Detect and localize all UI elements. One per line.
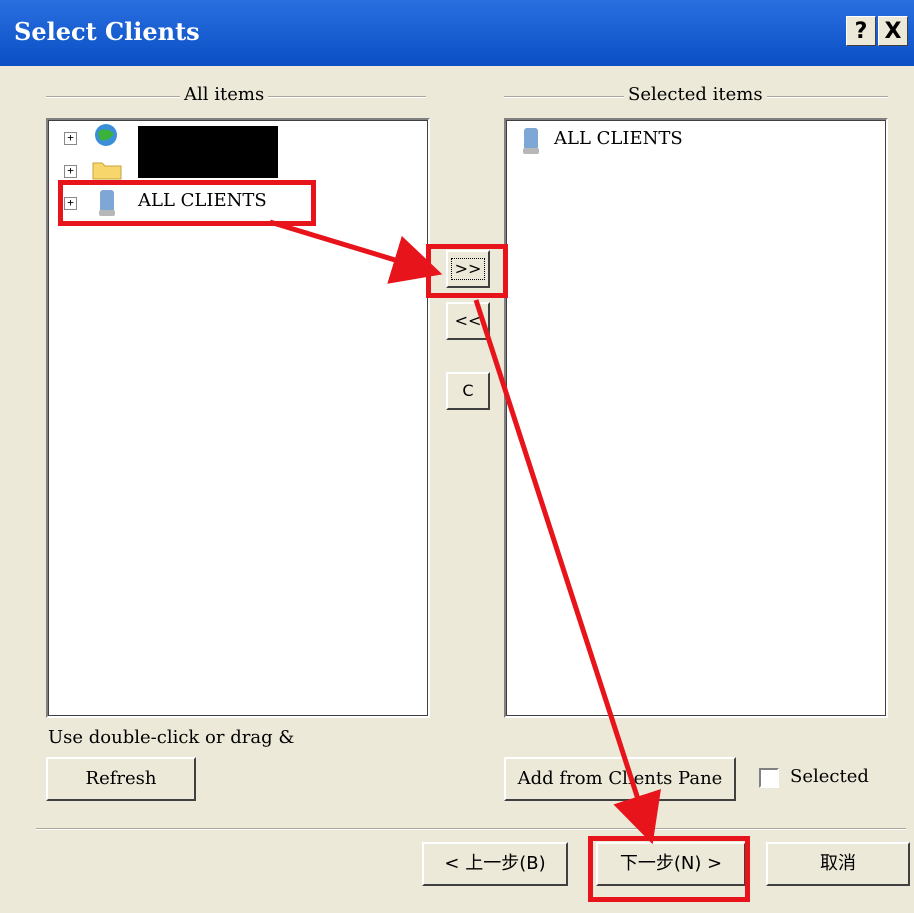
- annotation-arrow-to-next: [473, 299, 661, 845]
- annotation-arrow-to-add: [269, 219, 443, 284]
- annotation-arrows: [269, 219, 661, 845]
